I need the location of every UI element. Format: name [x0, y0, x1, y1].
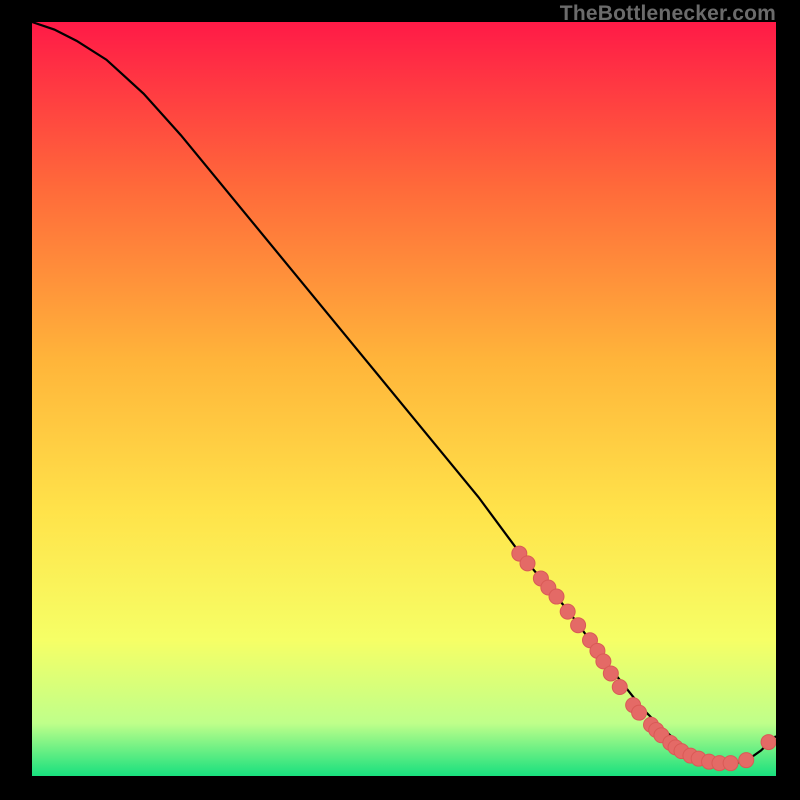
dot — [520, 556, 535, 571]
dot — [571, 618, 586, 633]
dot — [603, 666, 618, 681]
dot — [761, 735, 776, 750]
dot — [632, 705, 647, 720]
bottleneck-curve — [32, 22, 776, 764]
chart-stage: TheBottlenecker.com — [0, 0, 800, 800]
plot-area — [32, 22, 776, 776]
highlight-dots — [512, 546, 776, 771]
dot — [549, 589, 564, 604]
dot — [739, 753, 754, 768]
dot — [612, 680, 627, 695]
dot — [560, 604, 575, 619]
dot — [723, 756, 738, 771]
curve-layer — [32, 22, 776, 776]
